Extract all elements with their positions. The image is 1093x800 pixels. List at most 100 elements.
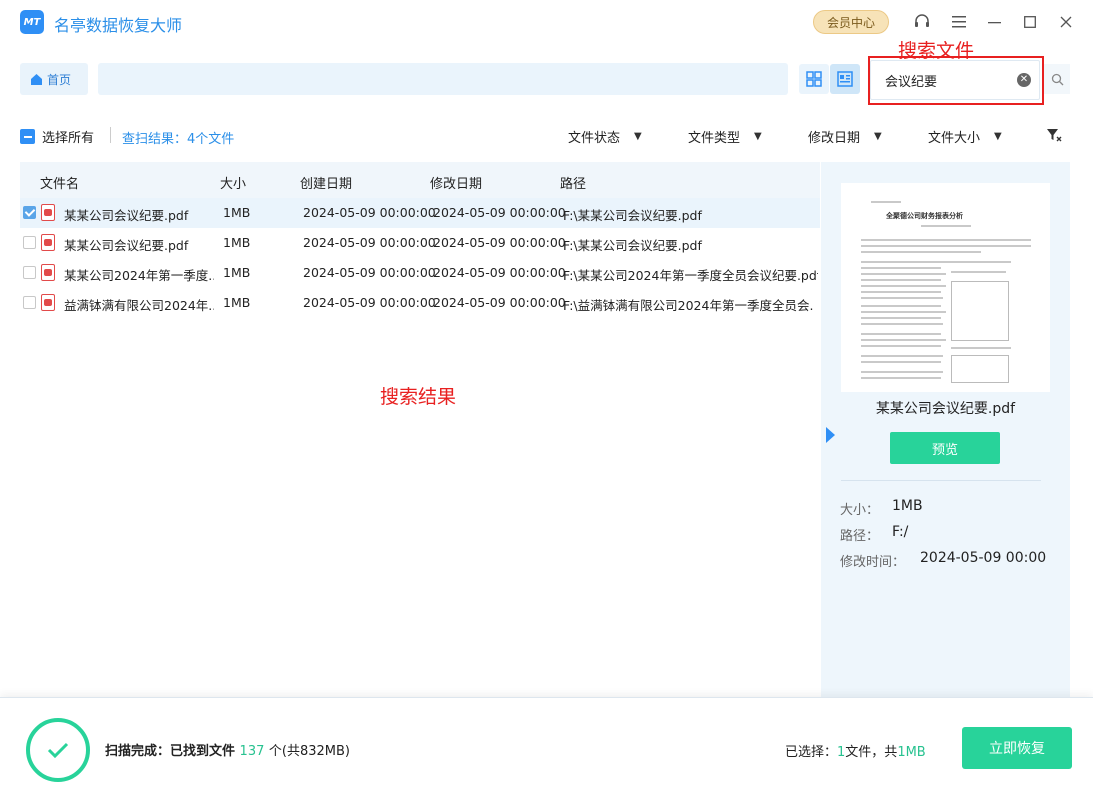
maximize-icon[interactable]	[1019, 11, 1041, 33]
info-size-value: 1MB	[892, 498, 923, 514]
select-all-checkbox[interactable]: 选择所有	[20, 127, 94, 146]
scan-done-label: 扫描完成：已找到文件	[105, 744, 236, 759]
filter-label: 文件状态	[568, 131, 621, 146]
cell-created: 2024-05-09 00:00:00	[303, 295, 436, 310]
headset-icon[interactable]	[911, 11, 933, 33]
select-all-label: 选择所有	[42, 131, 95, 146]
annotation-search-file: 搜索文件	[898, 40, 975, 62]
cell-file-name: 益满钵满有限公司2024年...	[64, 298, 214, 313]
info-modified-label: 修改时间：	[840, 555, 906, 570]
preview-divider	[841, 480, 1041, 481]
path-bar[interactable]	[98, 63, 788, 95]
table-row[interactable]: 益满钵满有限公司2024年... 1MB 2024-05-09 00:00:00…	[20, 288, 820, 318]
table-row[interactable]: 某某公司2024年第一季度... 1MB 2024-05-09 00:00:00…	[20, 258, 820, 288]
search-input-value: 会议纪要	[885, 75, 938, 90]
chevron-down-icon: ▼	[994, 131, 1002, 142]
close-icon[interactable]	[1055, 11, 1077, 33]
cell-modified: 2024-05-09 00:00:00	[433, 265, 566, 280]
home-label: 首页	[47, 72, 72, 87]
cell-path: F:\某某公司2024年第一季度全员会议纪要.pdf	[563, 268, 818, 283]
home-icon	[31, 73, 42, 85]
filter-label: 文件类型	[688, 131, 741, 146]
filter-file-size[interactable]: 文件大小 ▼	[928, 127, 1002, 146]
thumbnail-heading: 全聚德公司财务报表分析	[886, 212, 963, 220]
grid-view-button[interactable]	[799, 64, 829, 94]
selected-prefix: 已选择：	[785, 745, 838, 760]
detail-view-button[interactable]	[830, 64, 860, 94]
table-row[interactable]: 某某公司会议纪要.pdf 1MB 2024-05-09 00:00:00 202…	[20, 228, 820, 258]
chevron-down-icon: ▼	[634, 131, 642, 142]
pdf-file-icon	[41, 234, 55, 251]
row-checkbox[interactable]	[23, 206, 36, 219]
cell-size: 1MB	[223, 205, 251, 220]
filter-file-type[interactable]: 文件类型 ▼	[688, 127, 762, 146]
clear-search-icon[interactable]: ✕	[1017, 73, 1031, 87]
column-header-created[interactable]: 创建日期	[300, 173, 352, 192]
cell-size: 1MB	[223, 235, 251, 250]
cell-file-name: 某某公司2024年第一季度...	[64, 268, 214, 283]
scan-complete-check-icon	[26, 718, 90, 782]
filter-file-status[interactable]: 文件状态 ▼	[568, 127, 642, 146]
cell-path: F:\某某公司会议纪要.pdf	[563, 208, 702, 223]
cell-size: 1MB	[223, 265, 251, 280]
search-button[interactable]	[1044, 64, 1070, 94]
document-thumbnail[interactable]: 全聚德公司财务报表分析	[841, 183, 1050, 392]
column-header-size[interactable]: 大小	[220, 173, 246, 192]
cell-size: 1MB	[223, 295, 251, 310]
info-modified-value: 2024-05-09 00:00	[920, 550, 1047, 566]
scan-status-text: 扫描完成：已找到文件 137 个(共832MB)	[105, 740, 350, 759]
selected-mid: 文件，共	[845, 745, 898, 760]
grid-icon	[806, 71, 822, 87]
file-table: 文件名 大小 创建日期 修改日期 路径 某某公司会议纪要.pdf 1MB 202…	[20, 162, 820, 697]
scan-result-link[interactable]: 查扫结果：4个文件	[122, 128, 234, 147]
recover-now-button[interactable]: 立即恢复	[962, 727, 1072, 769]
table-row[interactable]: 某某公司会议纪要.pdf 1MB 2024-05-09 00:00:00 202…	[20, 198, 820, 228]
chevron-down-icon: ▼	[874, 131, 882, 142]
cell-modified: 2024-05-09 00:00:00	[433, 235, 566, 250]
minimize-icon[interactable]	[984, 11, 1006, 33]
cell-created: 2024-05-09 00:00:00	[303, 265, 436, 280]
search-input[interactable]: 会议纪要 ✕	[870, 60, 1040, 100]
selected-summary: 已选择：1文件，共1MB	[785, 741, 926, 760]
filter-label: 文件大小	[928, 131, 981, 146]
row-checkbox[interactable]	[23, 236, 36, 249]
app-title: 名亭数据恢复大师	[54, 16, 183, 35]
cell-modified: 2024-05-09 00:00:00	[433, 205, 566, 220]
filter-label: 修改日期	[808, 131, 861, 146]
selected-size: 1MB	[897, 745, 926, 760]
column-header-name[interactable]: 文件名	[40, 173, 79, 192]
info-path-value: F:/	[892, 524, 909, 540]
pdf-file-icon	[41, 294, 55, 311]
cell-created: 2024-05-09 00:00:00	[303, 205, 436, 220]
partial-check-icon	[20, 129, 35, 144]
preview-panel: 全聚德公司财务报表分析 某某公司会议纪要.pdf 预览 大小： 1MB 路径： …	[821, 162, 1070, 697]
cell-modified: 2024-05-09 00:00:00	[433, 295, 566, 310]
cell-file-name: 某某公司会议纪要.pdf	[64, 238, 189, 253]
detail-list-icon	[837, 71, 853, 87]
chevron-down-icon: ▼	[754, 131, 762, 142]
menu-icon[interactable]	[948, 11, 970, 33]
column-header-modified[interactable]: 修改日期	[430, 173, 482, 192]
annotation-search-results: 搜索结果	[380, 386, 457, 408]
pdf-file-icon	[41, 264, 55, 281]
row-checkbox[interactable]	[23, 266, 36, 279]
filter-modified-date[interactable]: 修改日期 ▼	[808, 127, 882, 146]
cell-path: F:\益满钵满有限公司2024年第一季度全员会...	[563, 298, 813, 313]
row-checkbox[interactable]	[23, 296, 36, 309]
column-header-path[interactable]: 路径	[560, 173, 586, 192]
vip-center-button[interactable]: 会员中心	[813, 10, 889, 34]
cell-path: F:\某某公司会议纪要.pdf	[563, 238, 702, 253]
preview-button[interactable]: 预览	[890, 432, 1000, 464]
table-header: 文件名 大小 创建日期 修改日期 路径	[20, 162, 820, 200]
clear-filter-icon[interactable]	[1046, 127, 1062, 147]
info-path-label: 路径：	[840, 529, 880, 544]
search-icon	[1051, 73, 1063, 85]
preview-file-name: 某某公司会议纪要.pdf	[875, 401, 1016, 417]
divider	[110, 127, 111, 143]
info-size-label: 大小：	[840, 503, 880, 518]
pdf-file-icon	[41, 204, 55, 221]
collapse-panel-arrow-icon[interactable]	[826, 427, 835, 443]
status-bar: 扫描完成：已找到文件 137 个(共832MB) 已选择：1文件，共1MB 立即…	[0, 697, 1093, 800]
home-button[interactable]: 首页	[20, 63, 88, 95]
app-logo-icon: MT	[20, 10, 44, 34]
